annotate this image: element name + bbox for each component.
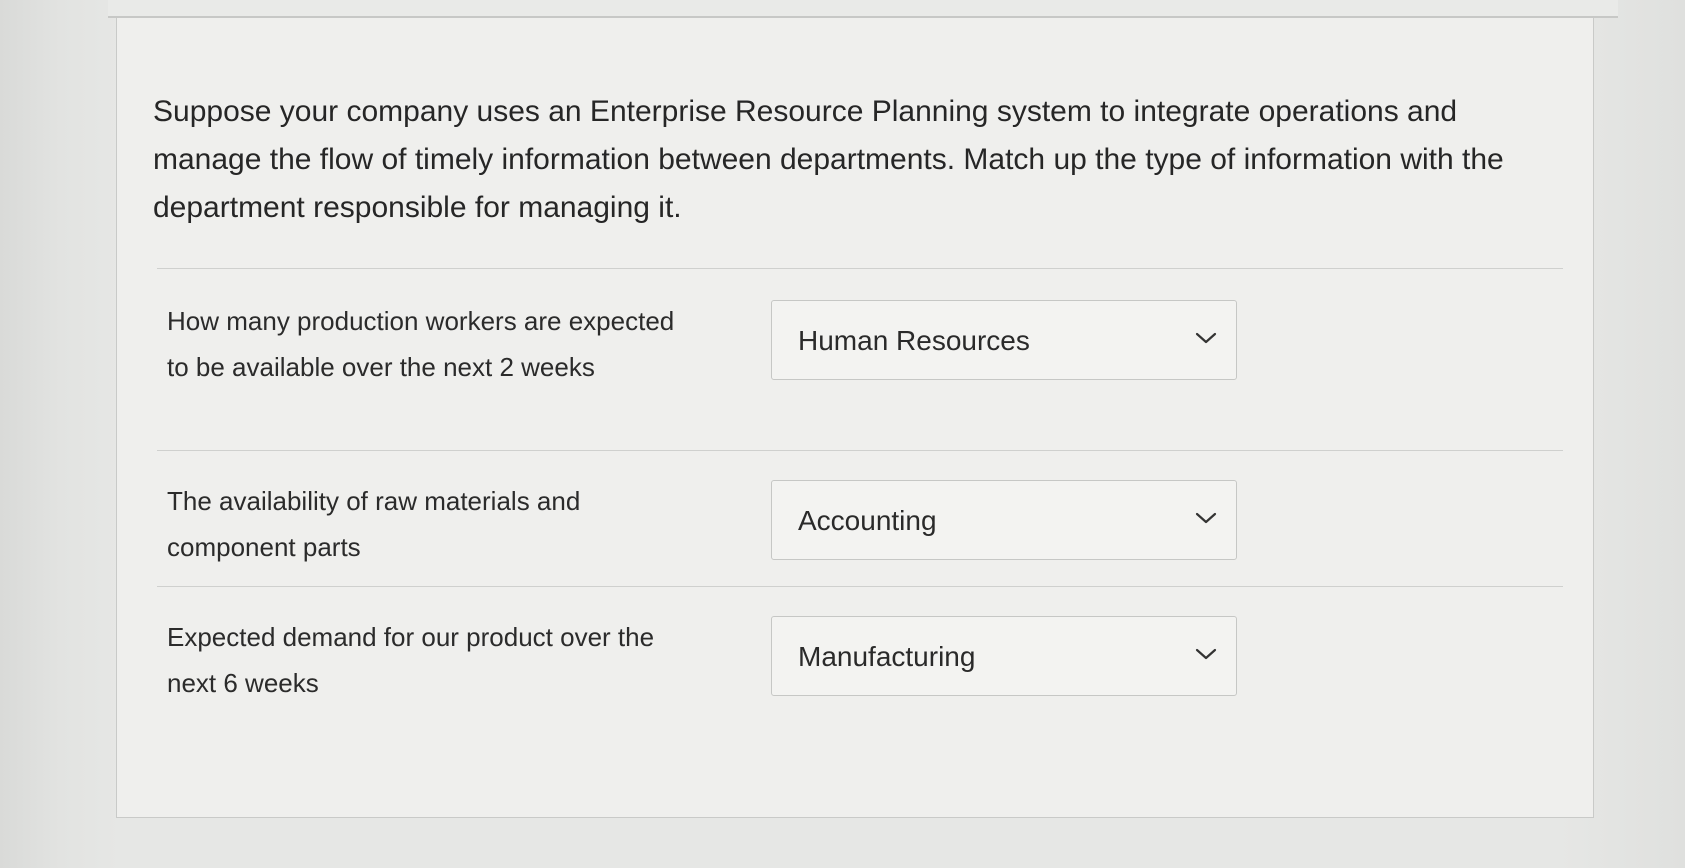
question-prompt: Suppose your company uses an Enterprise … (153, 95, 1504, 224)
match-prompt: How many production workers are expected… (167, 306, 675, 382)
chevron-down-icon (1195, 332, 1217, 344)
chevron-down-icon (1195, 648, 1217, 660)
question-card: Suppose your company uses an Enterprise … (116, 18, 1594, 818)
divider (157, 586, 1563, 587)
department-select[interactable]: Accounting (771, 480, 1237, 560)
department-select-value: Accounting (798, 505, 937, 536)
match-prompt: Expected demand for our product over the… (167, 622, 655, 698)
divider (157, 450, 1563, 451)
divider (157, 268, 1563, 269)
match-prompt: The availability of raw materials and co… (167, 486, 581, 562)
department-select-value: Human Resources (798, 325, 1030, 356)
chevron-down-icon (1195, 512, 1217, 524)
screen: Suppose your company uses an Enterprise … (0, 0, 1685, 868)
department-select[interactable]: Human Resources (771, 300, 1237, 380)
top-strip (108, 0, 1618, 18)
department-select-value: Manufacturing (798, 641, 976, 672)
department-select[interactable]: Manufacturing (771, 616, 1237, 696)
